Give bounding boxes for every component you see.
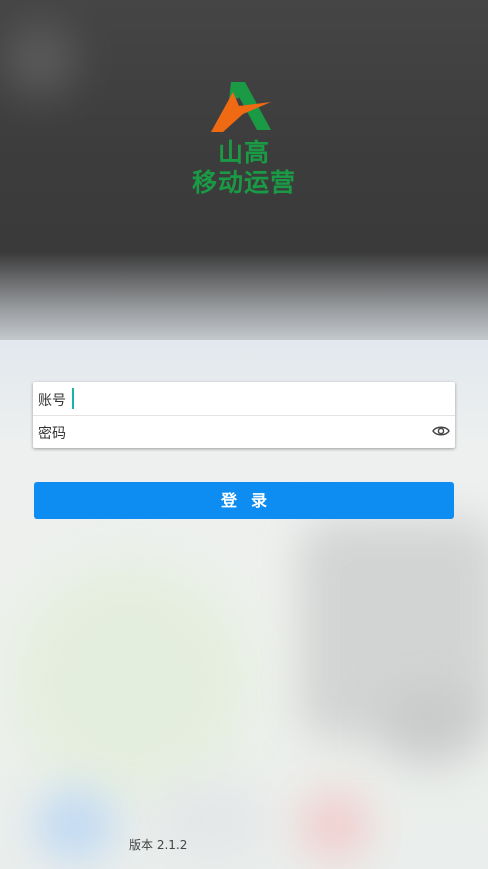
mountain-a-logo-icon: [211, 82, 271, 132]
login-button[interactable]: 登录: [34, 482, 454, 519]
password-input[interactable]: [71, 419, 411, 444]
logo-text-line1: 山高: [217, 138, 270, 167]
background-blur-shape: [10, 560, 250, 800]
account-label: 账号: [38, 393, 66, 409]
text-cursor: [72, 388, 74, 409]
version-label: 版本 2.1.2: [129, 838, 188, 852]
background-blur-shape: [380, 690, 480, 770]
login-form: 账号 密码: [33, 382, 455, 448]
background-blur-shape: [35, 790, 115, 860]
login-screen: 山高 移动运营 账号 密码 登录 版本 2.1.2: [0, 0, 488, 869]
background-blur-shape: [300, 790, 370, 860]
account-field: 账号: [33, 382, 455, 416]
password-label: 密码: [38, 426, 66, 442]
logo-text-line2: 移动运营: [191, 168, 296, 197]
app-logo: 山高 移动运营: [0, 78, 488, 198]
password-field: 密码: [33, 415, 455, 448]
account-input[interactable]: [71, 386, 411, 411]
eye-icon[interactable]: [432, 423, 450, 439]
